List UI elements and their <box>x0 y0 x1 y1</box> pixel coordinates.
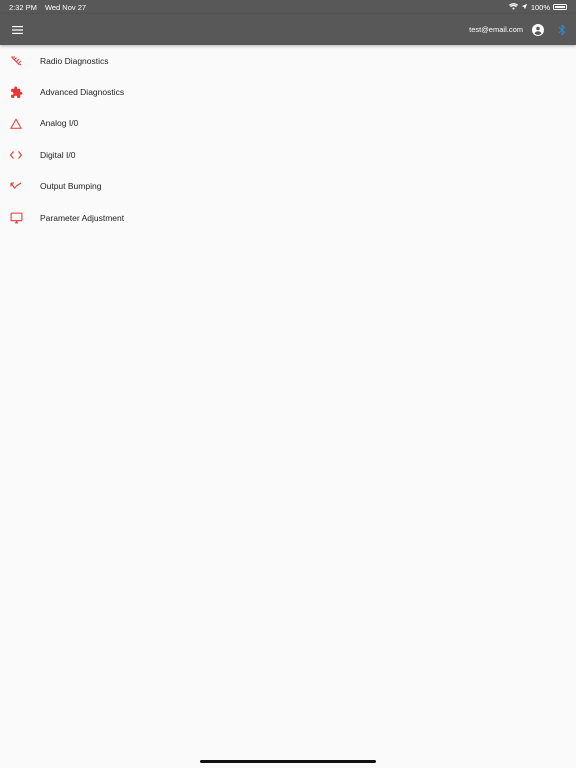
triangle-icon <box>9 116 23 130</box>
monitor-icon <box>9 211 23 225</box>
location-icon <box>521 3 528 12</box>
status-date: Wed Nov 27 <box>44 2 87 12</box>
home-indicator[interactable] <box>200 760 376 763</box>
menu-item-label: Advanced Diagnostics <box>40 87 125 98</box>
menu-item-advanced-diagnostics[interactable]: Advanced Diagnostics <box>0 76 576 107</box>
code-brackets-icon <box>9 148 23 162</box>
battery-percent: 100% <box>530 2 550 12</box>
menu-item-label: Parameter Adjustment <box>40 212 125 223</box>
app-bar: test@email.com <box>0 14 576 45</box>
puzzle-icon <box>9 85 23 99</box>
bluetooth-icon[interactable] <box>556 23 568 37</box>
battery-icon <box>553 4 567 10</box>
menu-item-output-bumping[interactable]: Output Bumping <box>0 171 576 202</box>
menu-item-label: Digital I/0 <box>40 149 76 160</box>
trend-down-icon <box>9 179 23 193</box>
menu-item-analog-io[interactable]: Analog I/0 <box>0 108 576 139</box>
account-circle-icon[interactable] <box>531 23 545 37</box>
main-menu: Radio Diagnostics Advanced Diagnostics A… <box>0 45 576 233</box>
menu-item-label: Analog I/0 <box>40 118 79 129</box>
status-bar: 2:32 PM Wed Nov 27 100% <box>0 0 576 14</box>
menu-item-label: Radio Diagnostics <box>40 55 109 66</box>
status-time: 2:32 PM <box>9 2 37 12</box>
hamburger-menu-icon[interactable] <box>10 23 24 37</box>
user-email: test@email.com <box>469 25 523 34</box>
menu-item-radio-diagnostics[interactable]: Radio Diagnostics <box>0 45 576 76</box>
menu-item-parameter-adjustment[interactable]: Parameter Adjustment <box>0 202 576 233</box>
wifi-icon <box>508 2 518 12</box>
radio-signal-icon <box>9 54 23 68</box>
menu-item-label: Output Bumping <box>40 181 102 192</box>
menu-item-digital-io[interactable]: Digital I/0 <box>0 139 576 170</box>
